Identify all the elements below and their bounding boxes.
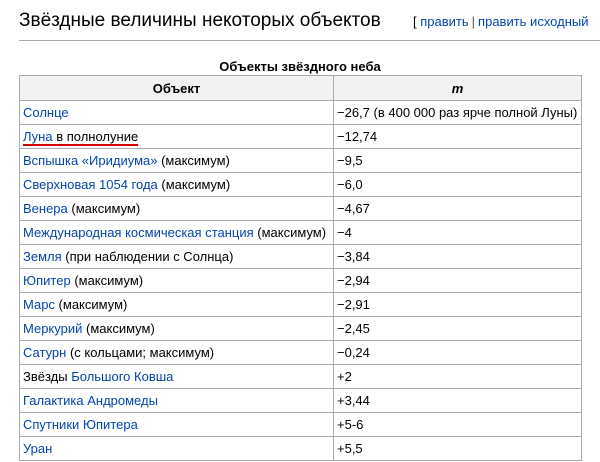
annotated-text: Луна в полнолуние — [23, 129, 138, 144]
object-note: (максимум) — [70, 273, 144, 288]
table-row: Вспышка «Иридиума» (максимум) −9,5 — [19, 148, 582, 173]
table-row: Меркурий (максимум) −2,45 — [19, 316, 582, 341]
magnitude-cell: +2 — [333, 364, 582, 389]
table-row: Земля (при наблюдении с Солнца) −3,84 — [19, 244, 582, 269]
object-note: (максимум) — [82, 321, 155, 336]
magnitude-cell: −0,24 — [333, 340, 582, 365]
object-link[interactable]: Сверхновая 1054 года — [23, 177, 158, 192]
table-caption: Объекты звёздного неба — [219, 59, 381, 74]
table-row: Солнце −26,7 (в 400 000 раз ярче полной … — [19, 100, 582, 125]
table-row: Уран +5,5 — [19, 436, 582, 461]
object-link[interactable]: Уран — [23, 441, 52, 456]
table-row: Международная космическая станция (макси… — [19, 220, 582, 245]
edit-links: [ править | править исходный — [413, 13, 588, 31]
object-link[interactable]: Спутники Юпитера — [23, 417, 138, 432]
object-link[interactable]: Юпитер — [23, 273, 71, 288]
magnitude-cell: −12,74 — [333, 124, 582, 149]
magnitude-cell: −6,0 — [333, 172, 582, 197]
object-cell: Звёзды Большого Ковша — [19, 364, 334, 389]
table-row: Галактика Андромеды +3,44 — [19, 388, 582, 413]
object-link[interactable]: Меркурий — [23, 321, 82, 336]
table-row: Юпитер (максимум) −2,94 — [19, 268, 582, 293]
edit-separator: | — [471, 14, 476, 29]
magnitude-cell: +5-6 — [333, 412, 582, 437]
object-note: (максимум) — [157, 153, 230, 168]
object-cell: Вспышка «Иридиума» (максимум) — [19, 148, 334, 173]
object-cell: Луна в полнолуние — [19, 124, 334, 149]
object-link[interactable]: Большого Ковша — [71, 369, 173, 384]
object-cell: Венера (максимум) — [19, 196, 334, 221]
magnitude-cell: +3,44 — [333, 388, 582, 413]
object-note: (максимум) — [67, 201, 141, 216]
edit-source-link[interactable]: править исходный — [478, 14, 588, 29]
table-row: Спутники Юпитера +5-6 — [19, 412, 582, 437]
edit-link[interactable]: править — [420, 14, 468, 29]
object-cell: Сатурн (с кольцами; максимум) — [19, 340, 334, 365]
magnitude-cell: −3,84 — [333, 244, 582, 269]
object-link[interactable]: Сатурн — [23, 345, 66, 360]
section-heading: Звёздные величины некоторых объектов [ п… — [19, 0, 600, 41]
magnitude-cell: −2,94 — [333, 268, 582, 293]
section-title: Звёздные величины некоторых объектов — [19, 10, 381, 31]
object-note: (максимум) — [54, 297, 128, 312]
table-row: Звёзды Большого Ковша +2 — [19, 364, 582, 389]
object-link[interactable]: Международная космическая станция — [23, 225, 254, 240]
object-note: (максимум) — [253, 225, 327, 240]
object-cell: Сверхновая 1054 года (максимум) — [19, 172, 334, 197]
table-row: Сверхновая 1054 года (максимум) −6,0 — [19, 172, 582, 197]
object-link[interactable]: Венера — [23, 201, 68, 216]
magnitude-cell: −2,91 — [333, 292, 582, 317]
magnitude-cell: −4 — [333, 220, 582, 245]
object-cell: Марс (максимум) — [19, 292, 334, 317]
magnitude-cell: −2,45 — [333, 316, 582, 341]
magnitude-cell: +5,5 — [333, 436, 582, 461]
object-link[interactable]: Галактика Андромеды — [23, 393, 158, 408]
table-header-row: Объект m — [19, 75, 582, 101]
object-cell: Солнце — [19, 100, 334, 125]
bracket-open: [ — [413, 14, 417, 29]
table-row: Венера (максимум) −4,67 — [19, 196, 582, 221]
object-note: (при наблюдении с Солнца) — [61, 249, 234, 264]
object-link[interactable]: Марс — [23, 297, 55, 312]
header-magnitude: m — [333, 75, 582, 101]
object-note: (с кольцами; максимум) — [66, 345, 215, 360]
objects-table: Объект m Солнце −26,7 (в 400 000 раз ярч… — [19, 75, 582, 461]
object-note: в полнолуние — [56, 129, 139, 144]
table-row: Марс (максимум) −2,91 — [19, 292, 582, 317]
object-cell: Галактика Андромеды — [19, 388, 334, 413]
magnitude-cell: −4,67 — [333, 196, 582, 221]
header-object: Объект — [19, 75, 334, 101]
table-row: Луна в полнолуние −12,74 — [19, 124, 582, 149]
object-cell: Меркурий (максимум) — [19, 316, 334, 341]
object-cell: Уран — [19, 436, 334, 461]
magnitude-cell: −9,5 — [333, 148, 582, 173]
object-cell: Международная космическая станция (макси… — [19, 220, 334, 245]
table-row: Сатурн (с кольцами; максимум) −0,24 — [19, 340, 582, 365]
object-cell: Земля (при наблюдении с Солнца) — [19, 244, 334, 269]
object-link[interactable]: Солнце — [23, 105, 69, 120]
object-prefix: Звёзды — [23, 369, 72, 384]
object-link[interactable]: Земля — [23, 249, 62, 264]
object-note: (максимум) — [157, 177, 231, 192]
object-cell: Спутники Юпитера — [19, 412, 334, 437]
magnitude-cell: −26,7 (в 400 000 раз ярче полной Луны) — [333, 100, 582, 125]
object-link[interactable]: Луна — [23, 129, 53, 144]
object-cell: Юпитер (максимум) — [19, 268, 334, 293]
object-link[interactable]: Вспышка «Иридиума» — [23, 153, 157, 168]
